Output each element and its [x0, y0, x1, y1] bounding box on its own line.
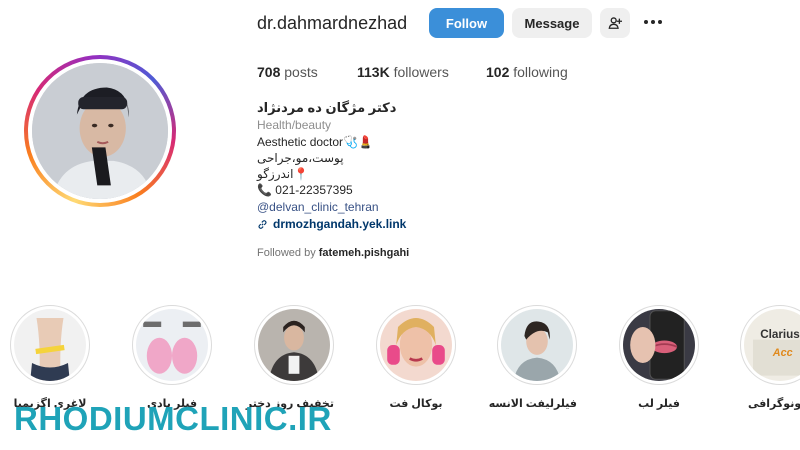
highlight-cover — [258, 309, 330, 381]
dot — [651, 20, 655, 24]
followed-by[interactable]: Followed by fatemeh.pishgahi — [257, 247, 409, 259]
dot — [644, 20, 648, 24]
following-link[interactable]: 102 following — [486, 64, 568, 80]
bio-line-1: Aesthetic doctor🩺💄 — [257, 135, 373, 149]
story-highlight[interactable]: فیلر بادی — [132, 305, 212, 410]
bio-external-link[interactable]: drmozhgandah.yek.link — [257, 217, 406, 231]
profile-avatar[interactable] — [24, 55, 176, 207]
suggest-user-button[interactable] — [600, 8, 630, 38]
avatar-photo — [32, 63, 168, 199]
bio-line-3: اندرزگو📍 — [257, 167, 309, 181]
story-highlight[interactable]: تخفیف روز دختر — [246, 305, 334, 410]
highlight-ring — [619, 305, 699, 385]
avatar-illustration — [32, 63, 168, 199]
followed-by-prefix: Followed by — [257, 247, 316, 259]
highlight-cover: Clarius Acc — [744, 309, 800, 381]
message-button[interactable]: Message — [512, 8, 592, 38]
follow-button[interactable]: Follow — [429, 8, 504, 38]
clarius-brand-text: Clarius — [760, 328, 800, 341]
followed-by-user: fatemeh.pishgahi — [318, 247, 410, 259]
more-options-icon[interactable] — [640, 12, 666, 32]
link-icon — [258, 219, 267, 229]
story-highlight[interactable]: Clarius Acc سونوگرافی — [740, 305, 800, 410]
following-number: 102 — [486, 64, 510, 80]
story-highlight[interactable]: فیلر لب — [619, 305, 699, 410]
highlight-cover — [136, 309, 208, 381]
highlight-cover — [14, 309, 86, 381]
posts-number: 708 — [257, 64, 281, 80]
bio-line-4: 📞 021-22357395 — [257, 183, 353, 197]
bio-full-name: دکتر مژگان ده مردنژاد — [257, 100, 397, 115]
bio-mention-link[interactable]: @delvan_clinic_tehran — [257, 200, 379, 214]
clarius-sub-text: Acc — [772, 347, 793, 359]
story-highlight[interactable]: بوکال فت — [376, 305, 456, 410]
following-label: following — [513, 64, 568, 80]
highlight-ring — [10, 305, 90, 385]
add-user-icon — [608, 17, 622, 29]
highlight-ring — [376, 305, 456, 385]
highlight-ring — [254, 305, 334, 385]
highlight-label: فیلر لب — [638, 398, 680, 410]
posts-label: posts — [284, 64, 318, 80]
highlight-label: بوکال فت — [389, 398, 443, 410]
highlight-label: فیلرلیفت الانسه — [488, 398, 577, 410]
highlight-cover — [501, 309, 573, 381]
followers-link[interactable]: 113K followers — [357, 64, 449, 80]
followers-label: followers — [393, 64, 449, 80]
highlight-ring — [132, 305, 212, 385]
bio-category: Health/beauty — [257, 118, 332, 132]
story-highlight[interactable]: لاغری اگزیمیا — [10, 305, 90, 410]
highlight-cover — [380, 309, 452, 381]
highlight-ring: Clarius Acc — [740, 305, 800, 385]
story-highlight[interactable]: فیلرلیفت الانسه — [488, 305, 577, 410]
highlight-cover — [623, 309, 695, 381]
highlight-label: سونوگرافی — [747, 398, 800, 410]
dot — [658, 20, 662, 24]
highlight-ring — [497, 305, 577, 385]
followers-number: 113K — [357, 64, 390, 80]
avatar-inner — [28, 59, 172, 203]
watermark-text: RHODIUMCLINIC.IR — [14, 400, 332, 437]
bio-link-text: drmozhgandah.yek.link — [273, 217, 407, 231]
bio-line-2: پوست،مو،جراحی — [257, 151, 344, 165]
posts-count: 708 posts — [257, 64, 318, 80]
profile-username: dr.dahmardnezhad — [257, 13, 408, 33]
